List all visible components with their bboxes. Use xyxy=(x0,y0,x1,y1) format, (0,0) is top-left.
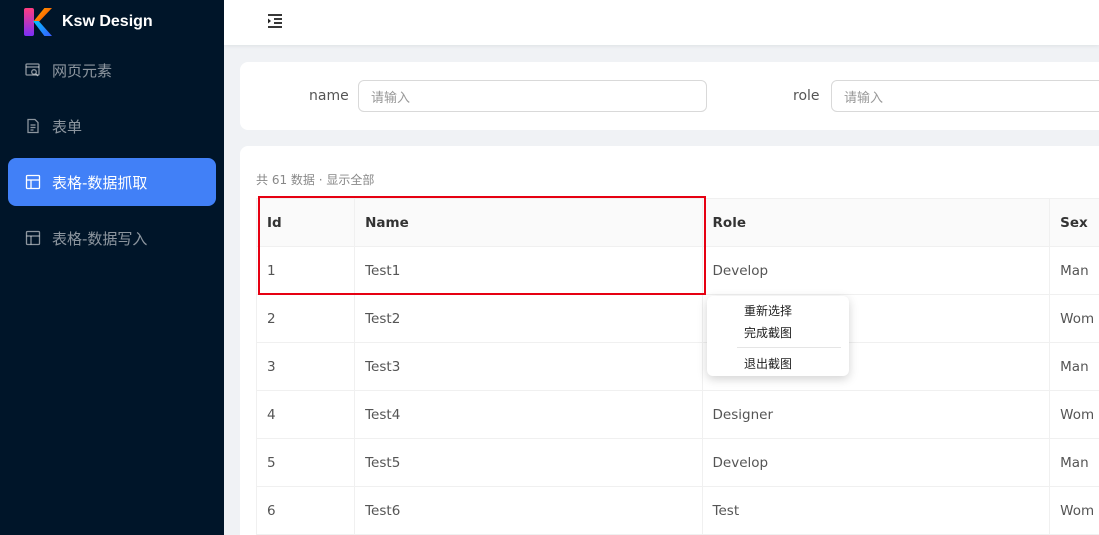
cell-sex: Man xyxy=(1049,438,1099,487)
cell-role: Develop xyxy=(702,438,1051,487)
element-search-icon xyxy=(24,61,42,79)
column-header-role[interactable]: Role xyxy=(702,198,1051,247)
sidebar-item-label: 表单 xyxy=(52,117,83,136)
screenshot-context-menu: 重新选择 完成截图 退出截图 xyxy=(707,296,849,376)
cell-role: Designer xyxy=(702,390,1051,439)
brand-name: Ksw Design xyxy=(62,13,153,30)
cell-name: Test6 xyxy=(354,486,703,535)
sidebar: Ksw Design 网页元素 表单 表格-数据抓取 表格-数据写入 xyxy=(0,0,224,535)
table-row[interactable]: 6 Test6 Test Wom xyxy=(255,486,1099,535)
cell-id: 3 xyxy=(255,342,356,391)
sidebar-item-table-write[interactable]: 表格-数据写入 xyxy=(8,214,216,262)
sidebar-item-label: 表格-数据写入 xyxy=(52,229,148,248)
cell-sex: Wom xyxy=(1049,486,1099,535)
sidebar-item-label: 表格-数据抓取 xyxy=(52,173,148,192)
column-header-sex[interactable]: Sex xyxy=(1049,198,1099,247)
menu-item-exit-screenshot[interactable]: 退出截图 xyxy=(744,355,792,372)
table-icon xyxy=(24,229,42,247)
sidebar-item-label: 网页元素 xyxy=(52,61,113,80)
table-card: 共 61 数据 · 显示全部 Id Name Role Sex 1 Test1 … xyxy=(240,146,1099,535)
brand[interactable]: Ksw Design xyxy=(24,6,153,38)
table-row[interactable]: 4 Test4 Designer Wom xyxy=(255,390,1099,439)
role-input[interactable]: 请输入 xyxy=(831,80,1099,112)
table-icon xyxy=(24,173,42,191)
table-header-row: Id Name Role Sex xyxy=(255,198,1099,247)
cell-id: 5 xyxy=(255,438,356,487)
menu-item-reselect[interactable]: 重新选择 xyxy=(744,302,792,319)
file-text-icon xyxy=(24,117,42,135)
search-form: name 请输入 role 请输入 xyxy=(240,62,1099,130)
name-input[interactable]: 请输入 xyxy=(358,80,707,112)
table-row[interactable]: 1 Test1 Develop Man xyxy=(255,246,1099,295)
menu-item-finish-screenshot[interactable]: 完成截图 xyxy=(744,324,792,341)
table-row[interactable]: 3 Test3 Man xyxy=(255,342,1099,391)
menu-divider xyxy=(737,347,841,348)
cell-role: Develop xyxy=(702,246,1051,295)
data-table: Id Name Role Sex 1 Test1 Develop Man 2 T… xyxy=(255,198,1099,535)
cell-sex: Wom xyxy=(1049,390,1099,439)
cell-role: Test xyxy=(702,486,1051,535)
cell-name: Test2 xyxy=(354,294,703,343)
column-header-id[interactable]: Id xyxy=(255,198,356,247)
column-header-name[interactable]: Name xyxy=(354,198,703,247)
sidebar-item-table-scrape[interactable]: 表格-数据抓取 xyxy=(8,158,216,206)
name-label: name xyxy=(309,88,349,104)
sidebar-item-form[interactable]: 表单 xyxy=(8,102,216,150)
top-header xyxy=(224,0,1099,45)
role-label: role xyxy=(793,88,820,104)
cell-id: 4 xyxy=(255,390,356,439)
cell-name: Test5 xyxy=(354,438,703,487)
role-input-placeholder: 请输入 xyxy=(844,90,884,106)
cell-id: 6 xyxy=(255,486,356,535)
cell-id: 2 xyxy=(255,294,356,343)
cell-name: Test3 xyxy=(354,342,703,391)
logo-icon xyxy=(24,8,52,36)
cell-name: Test4 xyxy=(354,390,703,439)
table-summary: 共 61 数据 · 显示全部 xyxy=(256,173,375,187)
cell-name: Test1 xyxy=(354,246,703,295)
cell-sex: Wom xyxy=(1049,294,1099,343)
table-row[interactable]: 5 Test5 Develop Man xyxy=(255,438,1099,487)
name-input-placeholder: 请输入 xyxy=(371,90,411,106)
sidebar-item-web-elements[interactable]: 网页元素 xyxy=(8,46,216,94)
cell-sex: Man xyxy=(1049,342,1099,391)
menu-fold-icon[interactable] xyxy=(266,12,284,30)
cell-id: 1 xyxy=(255,246,356,295)
cell-sex: Man xyxy=(1049,246,1099,295)
table-row[interactable]: 2 Test2 Wom xyxy=(255,294,1099,343)
